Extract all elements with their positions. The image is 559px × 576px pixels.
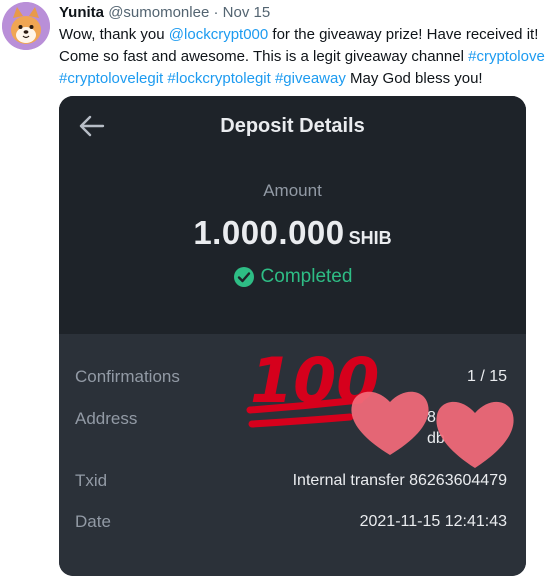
author-handle[interactable]: @sumomonlee [108, 4, 209, 21]
tweet-date[interactable]: Nov 15 [223, 4, 271, 21]
attached-image[interactable]: Deposit Details Amount 1.000.000 SHIB Com… [59, 96, 526, 576]
author-name[interactable]: Yunita [59, 4, 104, 21]
tweet-text-part: May God bless you! [345, 70, 483, 87]
hashtag-link[interactable]: #lockcryptolegit [167, 70, 270, 87]
amount-value: 1.000.000 [193, 214, 345, 251]
status-badge: Completed [59, 266, 526, 288]
deposit-title: Deposit Details [220, 115, 365, 137]
avatar[interactable] [2, 2, 50, 50]
shiba-avatar-icon [2, 2, 50, 50]
check-circle-icon [233, 267, 254, 287]
header-separator: · [213, 4, 219, 21]
date-value: 2021-11-15 12:41:43 [359, 513, 507, 530]
address-fragment: 8 [427, 409, 436, 426]
amount-label: Amount [263, 181, 322, 200]
confirmations-label: Confirmations [75, 367, 180, 386]
txid-label: Txid [75, 471, 108, 490]
tweet-text: Wow, thank you @lockcrypt000 for the giv… [59, 24, 554, 90]
status-text: Completed [260, 266, 353, 287]
hashtag-link[interactable]: #cryptolove [468, 48, 545, 65]
hashtag-link[interactable]: #giveaway [275, 70, 346, 87]
amount-unit: SHIB [348, 228, 392, 248]
hashtag-link[interactable]: #cryptolovelegit [59, 70, 163, 87]
date-label: Date [75, 512, 111, 531]
address-label: Address [75, 409, 138, 428]
txid-value[interactable]: Internal transfer 86263604479 [293, 472, 507, 490]
tweet-header: Yunita @sumomonlee · Nov 15 [59, 3, 270, 23]
tweet-text-part: Wow, thank you [59, 26, 169, 43]
mention-link[interactable]: @lockcrypt000 [169, 26, 268, 43]
amount: 1.000.000 SHIB [59, 214, 526, 252]
confirmations-value: 1 / 15 [466, 368, 507, 385]
address-fragment: db [427, 430, 445, 447]
